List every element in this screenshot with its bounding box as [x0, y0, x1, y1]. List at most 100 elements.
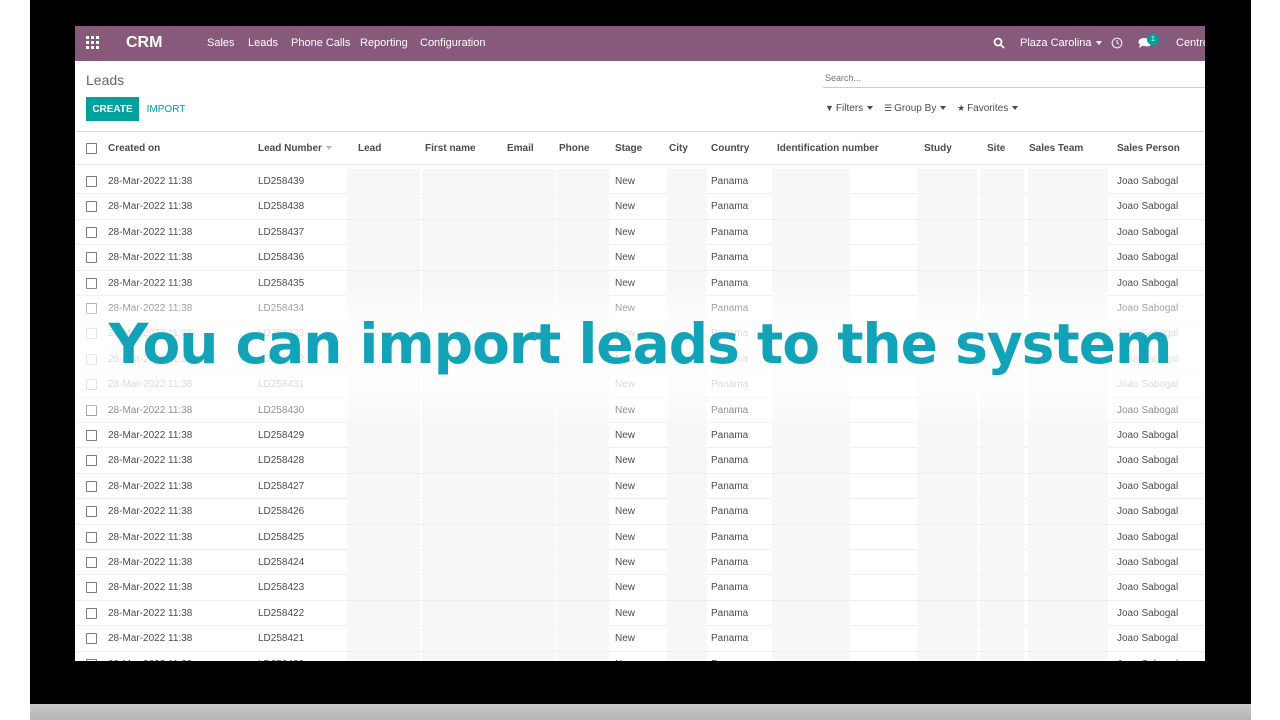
empty-cell: [772, 600, 850, 626]
table-row[interactable]: 28-Mar-2022 11:38 LD258424 New Panama Joao S…: [75, 550, 1205, 576]
empty-cell: [347, 499, 420, 525]
empty-cell: [772, 194, 850, 220]
cell-country: Panama: [711, 480, 749, 492]
cell-stage: New: [615, 659, 635, 661]
empty-cell: [422, 219, 506, 245]
menu-reporting[interactable]: Reporting: [360, 37, 408, 49]
select-all-checkbox[interactable]: [86, 143, 97, 154]
apps-grid-icon[interactable]: [86, 36, 100, 50]
table-row[interactable]: 28-Mar-2022 11:38 LD258426 New Panama Joao S…: [75, 499, 1205, 525]
favorites-dropdown[interactable]: ★ Favorites: [957, 103, 1019, 114]
empty-cell: [557, 194, 609, 220]
row-checkbox[interactable]: [86, 226, 97, 238]
empty-cell: [506, 499, 556, 525]
empty-cell: [667, 194, 707, 220]
user-menu[interactable]: Centro: [1176, 37, 1205, 49]
empty-cell: [772, 575, 850, 601]
empty-cell: [667, 448, 707, 474]
empty-cell: [347, 550, 420, 575]
empty-cell: [557, 448, 609, 474]
table-row[interactable]: 28-Mar-2022 11:38 LD258437 New Panama Joao S…: [75, 219, 1205, 246]
empty-cell: [917, 550, 977, 575]
groupby-label: Group By: [894, 103, 937, 114]
menu-sales[interactable]: Sales: [207, 37, 235, 49]
empty-cell: [917, 499, 977, 525]
row-checkbox[interactable]: [86, 506, 97, 518]
table-row[interactable]: 28-Mar-2022 11:38 LD258421 New Panama Joao S…: [75, 626, 1205, 652]
row-checkbox[interactable]: [86, 658, 97, 661]
menu-phone-calls[interactable]: Phone Calls: [291, 37, 350, 49]
col-lead-number[interactable]: Lead Number: [258, 143, 332, 154]
table-header: Created on Lead Number Lead First name E…: [75, 132, 1205, 165]
cell-stage: New: [615, 506, 636, 518]
chevron-down-icon: [1012, 106, 1019, 111]
table-row[interactable]: 28-Mar-2022 11:38 LD258420 New Panama Joao S…: [75, 651, 1205, 661]
cell-stage: New: [615, 455, 636, 467]
row-checkbox[interactable]: [86, 480, 97, 492]
filters-dropdown[interactable]: ▼ Filters: [825, 103, 874, 114]
empty-cell: [667, 651, 707, 661]
col-country[interactable]: Country: [711, 143, 749, 154]
empty-cell: [422, 473, 506, 499]
empty-cell: [506, 169, 556, 194]
list-icon: ☰: [884, 103, 893, 113]
empty-cell: [506, 600, 556, 626]
row-checkbox[interactable]: [86, 252, 97, 264]
row-checkbox[interactable]: [86, 557, 97, 568]
menu-leads[interactable]: Leads: [248, 37, 278, 49]
table-row[interactable]: 28-Mar-2022 11:38 LD258436 New Panama Joao S…: [75, 245, 1205, 271]
import-button[interactable]: IMPORT: [141, 97, 191, 121]
empty-cell: [557, 550, 609, 575]
table-row[interactable]: 28-Mar-2022 11:38 LD258438 New Panama Joao S…: [75, 194, 1205, 220]
row-checkbox[interactable]: [86, 607, 97, 619]
row-checkbox[interactable]: [86, 176, 97, 187]
empty-cell: [917, 169, 977, 194]
row-checkbox[interactable]: [86, 531, 97, 543]
table-row[interactable]: 28-Mar-2022 11:38 LD258423 New Panama Joao S…: [75, 575, 1205, 601]
row-checkbox[interactable]: [86, 633, 97, 645]
table-row[interactable]: 28-Mar-2022 11:38 LD258427 New Panama Joao S…: [75, 473, 1205, 500]
empty-cell: [557, 499, 609, 525]
col-identification-number[interactable]: Identification number: [777, 143, 879, 154]
empty-cell: [772, 626, 850, 652]
col-sales-person[interactable]: Sales Person: [1117, 143, 1180, 154]
company-switcher[interactable]: Plaza Carolina: [1020, 37, 1102, 49]
empty-cell: [917, 626, 977, 652]
col-city[interactable]: City: [669, 143, 688, 154]
col-created-on[interactable]: Created on: [108, 143, 160, 154]
table-row[interactable]: 28-Mar-2022 11:38 LD258422 New Panama Joao S…: [75, 600, 1205, 627]
col-phone[interactable]: Phone: [559, 143, 590, 154]
cell-stage: New: [615, 226, 636, 238]
menu-configuration[interactable]: Configuration: [420, 37, 485, 49]
clock-icon[interactable]: [1111, 37, 1123, 49]
row-checkbox[interactable]: [86, 455, 97, 467]
cell-lead-number: LD258439: [258, 176, 305, 187]
row-checkbox[interactable]: [86, 582, 97, 594]
table-row[interactable]: 28-Mar-2022 11:38 LD258428 New Panama Joao S…: [75, 448, 1205, 474]
groupby-dropdown[interactable]: ☰ Group By: [884, 103, 947, 114]
empty-cell: [1028, 448, 1108, 474]
empty-cell: [347, 524, 420, 550]
col-first-name[interactable]: First name: [425, 143, 476, 154]
cell-lead-number: LD258428: [258, 455, 305, 467]
col-site[interactable]: Site: [987, 143, 1005, 154]
search-icon[interactable]: [993, 37, 1005, 49]
col-stage[interactable]: Stage: [615, 143, 642, 154]
table-row[interactable]: 28-Mar-2022 11:38 LD258439 New Panama Joao S…: [75, 169, 1205, 195]
cell-country: Panama: [711, 176, 749, 187]
empty-cell: [557, 473, 609, 499]
col-sales-team[interactable]: Sales Team: [1029, 143, 1083, 154]
create-button[interactable]: CREATE: [86, 97, 139, 121]
col-email[interactable]: Email: [507, 143, 534, 154]
col-lead[interactable]: Lead: [358, 143, 381, 154]
empty-cell: [917, 651, 977, 661]
table-row[interactable]: 28-Mar-2022 11:38 LD258425 New Panama Joao S…: [75, 524, 1205, 550]
empty-cell: [422, 194, 506, 220]
row-checkbox[interactable]: [86, 430, 97, 441]
row-checkbox[interactable]: [86, 201, 97, 213]
search-input[interactable]: [823, 68, 1205, 88]
cell-stage: New: [615, 480, 636, 492]
cell-created-on: 28-Mar-2022 11:38: [108, 480, 193, 492]
app-brand[interactable]: CRM: [126, 34, 162, 52]
col-study[interactable]: Study: [924, 143, 952, 154]
